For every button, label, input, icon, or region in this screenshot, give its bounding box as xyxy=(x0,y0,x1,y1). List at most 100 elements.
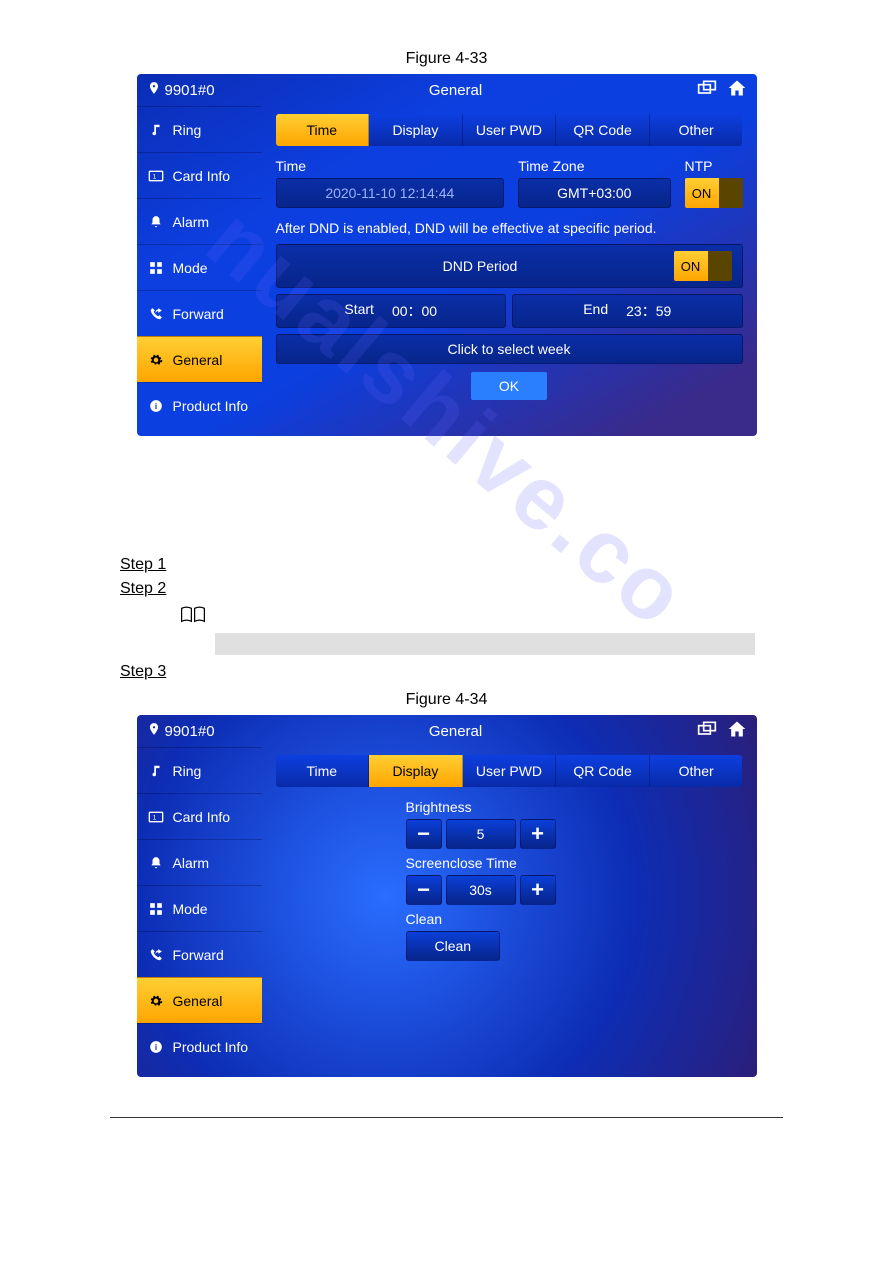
tab-display[interactable]: Display xyxy=(369,114,463,146)
home-icon[interactable] xyxy=(727,719,747,743)
end-value: 23：59 xyxy=(626,301,671,321)
sidebar-label: Mode xyxy=(173,901,208,917)
location-text: 9901#0 xyxy=(165,82,215,99)
location-indicator: 9901#0 xyxy=(147,722,215,740)
sidebar-label: Ring xyxy=(173,763,202,779)
tab-bar: Time Display User PWD QR Code Other xyxy=(276,755,743,787)
sidebar-item-cardinfo[interactable]: 1 Card Info xyxy=(137,793,262,839)
gear-icon xyxy=(147,992,165,1010)
sidebar-item-ring[interactable]: Ring xyxy=(137,106,262,152)
dnd-period-label: DND Period xyxy=(287,258,674,274)
sidebar-label: Alarm xyxy=(173,855,210,871)
home-icon[interactable] xyxy=(727,78,747,102)
info-icon: i xyxy=(147,397,165,415)
sidebar: Ring 1 Card Info Alarm Mode Forward Gene… xyxy=(137,106,262,436)
ntp-label: NTP xyxy=(685,158,743,174)
svg-text:i: i xyxy=(154,1042,156,1051)
music-note-icon xyxy=(147,121,165,139)
sidebar-item-ring[interactable]: Ring xyxy=(137,747,262,793)
music-note-icon xyxy=(147,762,165,780)
dnd-end-field[interactable]: End 23：59 xyxy=(512,294,743,328)
select-week-button[interactable]: Click to select week xyxy=(276,334,743,364)
sidebar-item-alarm[interactable]: Alarm xyxy=(137,198,262,244)
tab-time[interactable]: Time xyxy=(276,755,370,787)
sidebar-label: General xyxy=(173,993,223,1009)
step-1: Step 1 xyxy=(120,556,893,574)
sidebar-item-productinfo[interactable]: i Product Info xyxy=(137,382,262,428)
screenclose-label: Screenclose Time xyxy=(406,855,743,871)
sidebar-item-alarm[interactable]: Alarm xyxy=(137,839,262,885)
step-3: Step 3 xyxy=(120,663,893,681)
svg-text:1: 1 xyxy=(152,814,156,821)
brightness-value: 5 xyxy=(446,819,516,849)
toggle-on-label: ON xyxy=(685,178,719,208)
end-label: End xyxy=(583,301,608,321)
sidebar-label: General xyxy=(173,352,223,368)
start-value: 00：00 xyxy=(392,301,437,321)
info-icon: i xyxy=(147,1038,165,1056)
forward-call-icon xyxy=(147,305,165,323)
sidebar-item-forward[interactable]: Forward xyxy=(137,290,262,336)
screens-icon[interactable] xyxy=(697,721,717,741)
figure-caption-1: Figure 4-33 xyxy=(0,50,893,68)
tab-qrcode[interactable]: QR Code xyxy=(556,755,650,787)
sidebar-item-general[interactable]: General xyxy=(137,977,262,1023)
screenclose-plus-button[interactable]: + xyxy=(520,875,556,905)
tab-display[interactable]: Display xyxy=(369,755,463,787)
sidebar-item-mode[interactable]: Mode xyxy=(137,244,262,290)
dnd-period-row: DND Period ON xyxy=(276,244,743,288)
brightness-label: Brightness xyxy=(406,799,743,815)
sidebar-item-mode[interactable]: Mode xyxy=(137,885,262,931)
screenclose-value: 30s xyxy=(446,875,516,905)
tab-userpwd[interactable]: User PWD xyxy=(463,114,557,146)
sidebar-label: Forward xyxy=(173,947,224,963)
location-pin-icon xyxy=(147,722,161,740)
card-icon: 1 xyxy=(147,167,165,185)
time-value[interactable]: 2020-11-10 12:14:44 xyxy=(276,178,505,208)
sidebar: Ring 1 Card Info Alarm Mode Forward Gene… xyxy=(137,747,262,1077)
location-text: 9901#0 xyxy=(165,723,215,740)
start-label: Start xyxy=(344,301,374,321)
ntp-toggle[interactable]: ON xyxy=(685,178,743,208)
tab-time[interactable]: Time xyxy=(276,114,370,146)
dnd-start-field[interactable]: Start 00：00 xyxy=(276,294,507,328)
screenclose-minus-button[interactable]: − xyxy=(406,875,442,905)
timezone-value[interactable]: GMT+03:00 xyxy=(518,178,670,208)
tab-other[interactable]: Other xyxy=(650,114,743,146)
footer-rule xyxy=(110,1117,783,1118)
toggle-off-slot xyxy=(708,251,732,281)
screens-icon[interactable] xyxy=(697,80,717,100)
sidebar-label: Alarm xyxy=(173,214,210,230)
forward-call-icon xyxy=(147,946,165,964)
tab-qrcode[interactable]: QR Code xyxy=(556,114,650,146)
card-icon: 1 xyxy=(147,808,165,826)
sidebar-label: Forward xyxy=(173,306,224,322)
time-label: Time xyxy=(276,158,505,174)
bell-icon xyxy=(147,213,165,231)
bell-icon xyxy=(147,854,165,872)
dnd-note: After DND is enabled, DND will be effect… xyxy=(276,220,743,236)
brightness-stepper: − 5 + xyxy=(406,819,743,849)
ok-button[interactable]: OK xyxy=(471,372,547,400)
brightness-plus-button[interactable]: + xyxy=(520,819,556,849)
sidebar-item-cardinfo[interactable]: 1 Card Info xyxy=(137,152,262,198)
page-title: General xyxy=(215,82,697,99)
device-screen-1: 9901#0 General Ring 1 Card Info Alarm xyxy=(137,74,757,436)
gear-icon xyxy=(147,351,165,369)
book-icon xyxy=(180,611,206,628)
sidebar-item-general[interactable]: General xyxy=(137,336,262,382)
sidebar-label: Product Info xyxy=(173,398,249,414)
step-2: Step 2 xyxy=(120,580,893,598)
dnd-toggle[interactable]: ON xyxy=(674,251,732,281)
brightness-minus-button[interactable]: − xyxy=(406,819,442,849)
device-screen-2: 9901#0 General Ring 1 Card Info Alarm xyxy=(137,715,757,1077)
grid-icon xyxy=(147,259,165,277)
grid-icon xyxy=(147,900,165,918)
clean-button[interactable]: Clean xyxy=(406,931,501,961)
tab-other[interactable]: Other xyxy=(650,755,743,787)
tab-userpwd[interactable]: User PWD xyxy=(463,755,557,787)
sidebar-item-forward[interactable]: Forward xyxy=(137,931,262,977)
sidebar-item-productinfo[interactable]: i Product Info xyxy=(137,1023,262,1069)
location-pin-icon xyxy=(147,81,161,99)
location-indicator: 9901#0 xyxy=(147,81,215,99)
